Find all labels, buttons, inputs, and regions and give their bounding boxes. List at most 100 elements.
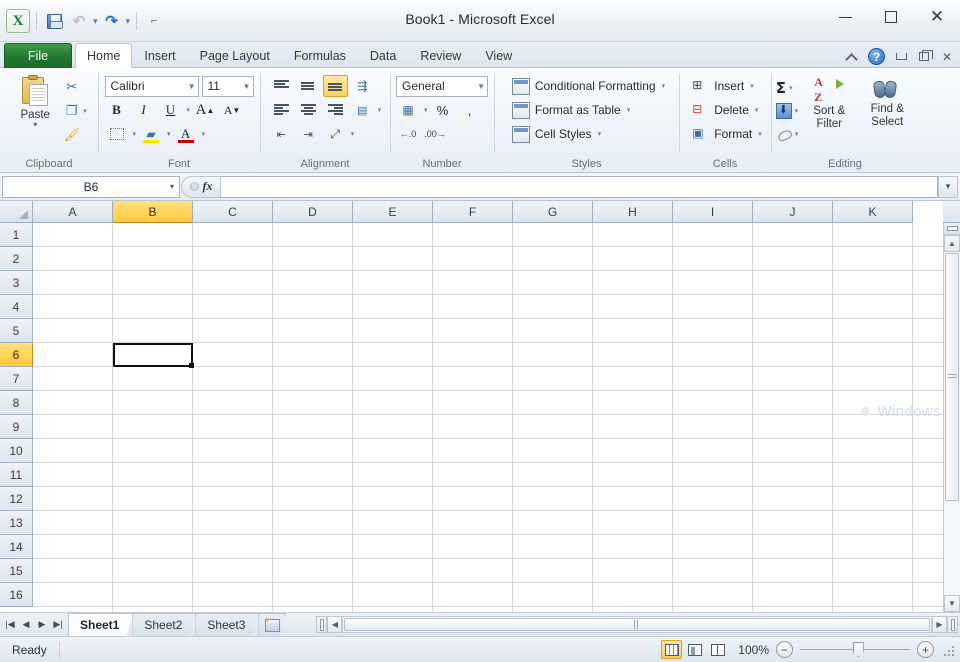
italic-button[interactable]: I — [132, 99, 156, 121]
increase-indent-button[interactable]: ⇥ — [296, 123, 321, 145]
cell-area[interactable]: Windows — [33, 223, 943, 612]
fill-arrow[interactable]: ▾ — [794, 107, 799, 115]
row-header-10[interactable]: 10 — [0, 439, 33, 463]
grow-font-button[interactable]: A ▲ — [193, 99, 217, 121]
horizontal-split-handle-right[interactable] — [947, 616, 958, 633]
column-header-h[interactable]: H — [593, 201, 673, 223]
merge-dropdown-arrow[interactable]: ▾ — [377, 106, 382, 114]
chevron-down-icon[interactable]: ▾ — [170, 182, 174, 191]
format-painter-button[interactable]: 🖌 — [61, 124, 89, 145]
merge-center-button[interactable]: ▤ — [350, 99, 375, 121]
row-header-5[interactable]: 5 — [0, 319, 33, 343]
zoom-level[interactable]: 100% — [735, 643, 769, 657]
font-color-dropdown-arrow[interactable]: ▾ — [201, 130, 206, 138]
find-select-button[interactable]: Find & Select — [860, 74, 914, 128]
accounting-format-button[interactable]: ▦ — [396, 99, 420, 121]
column-header-i[interactable]: I — [673, 201, 753, 223]
tab-review[interactable]: Review — [408, 44, 473, 68]
scroll-right-button[interactable]: ▶ — [932, 616, 947, 633]
delete-cells-button[interactable]: ⊟ Delete ▾ — [689, 98, 761, 122]
minimize-ribbon-icon[interactable] — [846, 50, 859, 63]
normal-view-button[interactable] — [661, 640, 682, 659]
select-all-button[interactable] — [0, 201, 33, 223]
help-icon[interactable]: ? — [868, 48, 885, 65]
underline-dropdown-arrow[interactable]: ▾ — [186, 106, 191, 114]
row-header-7[interactable]: 7 — [0, 367, 33, 391]
formula-input[interactable] — [221, 175, 938, 198]
insert-worksheet-button[interactable] — [258, 613, 286, 636]
previous-sheet-button[interactable]: ◀ — [19, 617, 33, 633]
align-middle-button[interactable] — [296, 75, 321, 97]
first-sheet-button[interactable]: |◀ — [3, 617, 17, 633]
tab-data[interactable]: Data — [358, 44, 408, 68]
column-header-b[interactable]: B — [113, 201, 193, 223]
close-button[interactable]: ✕ — [914, 0, 960, 34]
vertical-scroll-track[interactable] — [944, 252, 960, 595]
sheet-tab-sheet3[interactable]: Sheet3 — [195, 613, 259, 636]
conditional-formatting-button[interactable]: Conditional Formatting ▾ — [509, 74, 668, 98]
align-right-button[interactable] — [323, 99, 348, 121]
selected-cell-b6[interactable] — [113, 343, 194, 368]
number-format-combo[interactable]: General ▼ — [396, 75, 488, 97]
zoom-slider-thumb[interactable] — [852, 642, 864, 657]
decrease-indent-button[interactable]: ⇤ — [269, 123, 294, 145]
increase-decimal-button[interactable]: ←.0 — [396, 123, 420, 145]
cell-styles-arrow[interactable]: ▾ — [597, 130, 602, 138]
row-header-9[interactable]: 9 — [0, 415, 33, 439]
row-header-13[interactable]: 13 — [0, 511, 33, 535]
orientation-button[interactable]: ⤢ — [323, 123, 348, 145]
fill-color-button[interactable]: ▰ — [139, 123, 163, 145]
row-header-14[interactable]: 14 — [0, 535, 33, 559]
scroll-down-button[interactable]: ▼ — [944, 595, 960, 612]
maximize-button[interactable] — [868, 0, 914, 34]
row-header-2[interactable]: 2 — [0, 247, 33, 271]
tab-page-layout[interactable]: Page Layout — [188, 44, 282, 68]
horizontal-split-handle-left[interactable] — [316, 616, 328, 633]
zoom-out-button[interactable]: − — [776, 641, 793, 658]
fill-handle[interactable] — [189, 363, 194, 368]
row-header-12[interactable]: 12 — [0, 487, 33, 511]
page-break-view-button[interactable] — [707, 640, 728, 659]
name-box[interactable]: B6 ▾ — [2, 175, 180, 198]
zoom-in-button[interactable]: + — [917, 641, 934, 658]
row-header-3[interactable]: 3 — [0, 271, 33, 295]
orientation-dropdown-arrow[interactable]: ▾ — [350, 130, 355, 138]
vertical-scroll-thumb[interactable] — [945, 253, 959, 501]
percent-style-button[interactable]: % — [431, 99, 455, 121]
fill-color-dropdown-arrow[interactable]: ▾ — [166, 130, 171, 138]
tab-insert[interactable]: Insert — [132, 44, 187, 68]
insert-cells-button[interactable]: ⊞ Insert ▾ — [689, 74, 757, 98]
row-header-1[interactable]: 1 — [0, 223, 33, 247]
decrease-decimal-button[interactable]: .00→ — [423, 123, 447, 145]
font-color-button[interactable]: A — [174, 123, 198, 145]
horizontal-scroll-track[interactable] — [342, 616, 932, 633]
conditional-formatting-arrow[interactable]: ▾ — [661, 82, 666, 90]
sheet-tab-sheet2[interactable]: Sheet2 — [132, 613, 196, 636]
accounting-dropdown-arrow[interactable]: ▾ — [423, 106, 428, 114]
tab-file[interactable]: File — [4, 43, 72, 68]
tab-formulas[interactable]: Formulas — [282, 44, 358, 68]
row-header-15[interactable]: 15 — [0, 559, 33, 583]
format-cells-arrow[interactable]: ▾ — [757, 130, 762, 138]
document-close-button[interactable]: ✕ — [940, 50, 954, 64]
scroll-left-button[interactable]: ◀ — [327, 616, 343, 633]
autosum-arrow[interactable]: ▾ — [788, 84, 793, 92]
font-size-combo[interactable]: 11 ▼ — [201, 75, 254, 97]
document-minimize-button[interactable] — [894, 50, 908, 63]
paste-dropdown-arrow[interactable]: ▾ — [33, 121, 37, 129]
clear-arrow[interactable]: ▾ — [794, 130, 799, 138]
sort-filter-button[interactable]: AZ Sort & Filter — [802, 74, 856, 130]
insert-cells-arrow[interactable]: ▾ — [749, 82, 754, 90]
column-header-j[interactable]: J — [753, 201, 833, 223]
borders-button[interactable] — [105, 123, 129, 145]
scroll-up-button[interactable]: ▲ — [944, 235, 960, 252]
format-as-table-arrow[interactable]: ▾ — [626, 106, 631, 114]
align-top-button[interactable] — [269, 75, 294, 97]
column-header-g[interactable]: G — [513, 201, 593, 223]
vertical-split-handle[interactable] — [944, 223, 960, 235]
paste-button[interactable]: Paste ▾ — [9, 74, 61, 129]
format-as-table-button[interactable]: Format as Table ▾ — [509, 98, 633, 122]
row-header-16[interactable]: 16 — [0, 583, 33, 607]
borders-dropdown-arrow[interactable]: ▾ — [132, 130, 137, 138]
column-header-e[interactable]: E — [353, 201, 433, 223]
